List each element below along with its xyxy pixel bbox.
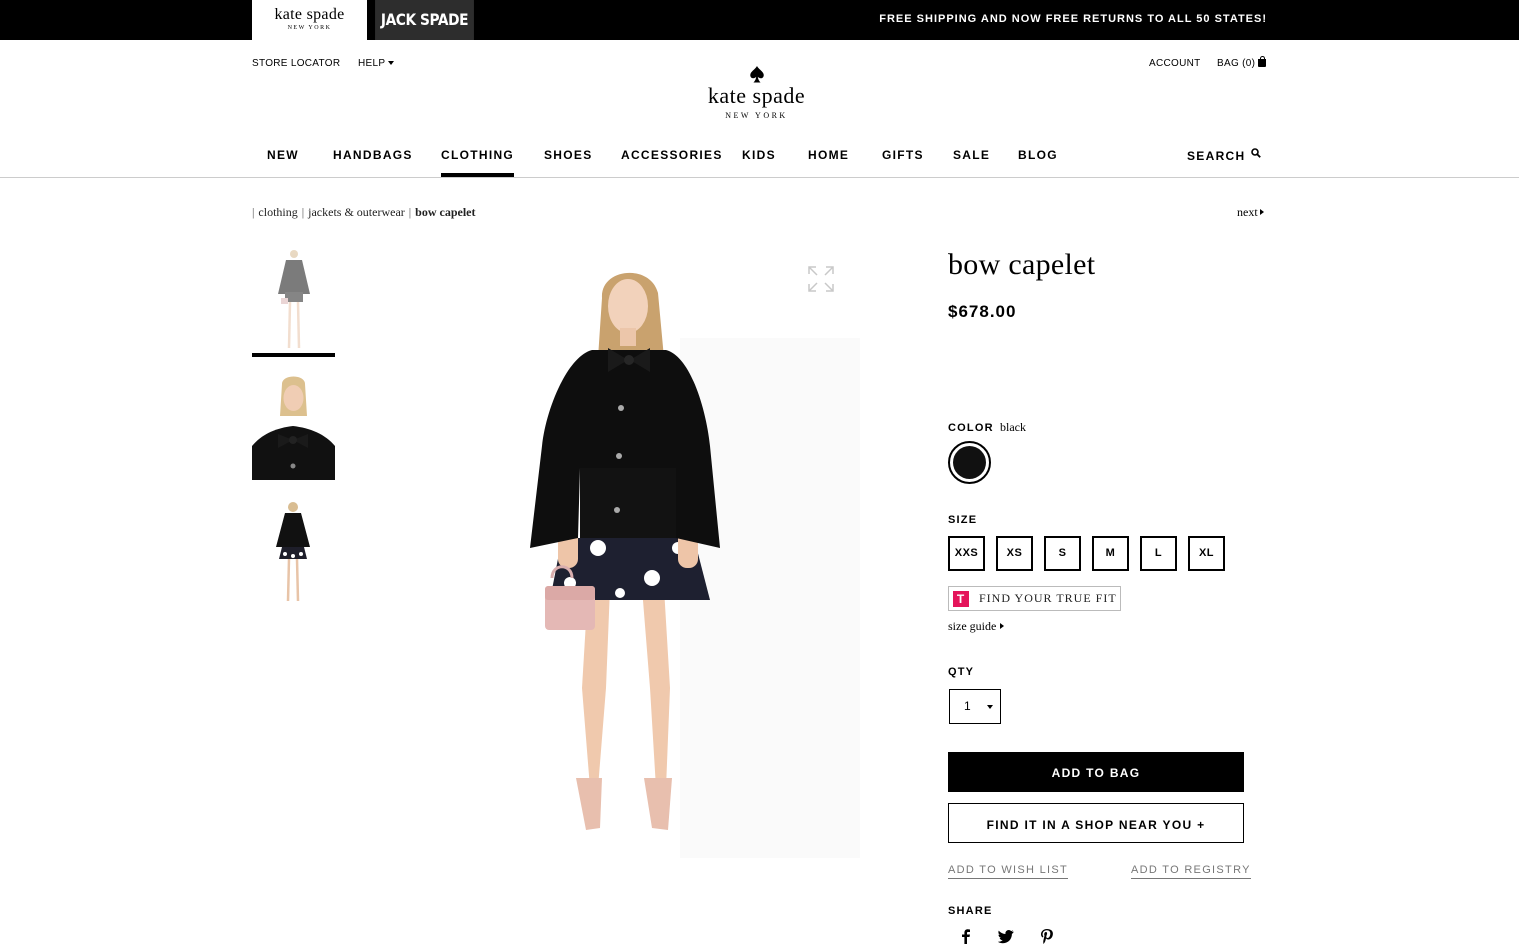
next-product-link[interactable]: next: [1237, 205, 1264, 220]
thumbnail-closeup[interactable]: [252, 376, 335, 480]
breadcrumb-current: bow capelet: [415, 205, 476, 219]
product-title: bow capelet: [948, 248, 1096, 281]
size-option-m[interactable]: M: [1092, 536, 1129, 571]
truefit-logo-icon: T: [953, 591, 969, 607]
search-icon: [1251, 148, 1261, 158]
account-link[interactable]: ACCOUNT: [1149, 58, 1201, 69]
breadcrumb-jackets-outerwear[interactable]: jackets & outerwear: [308, 205, 405, 219]
nav-item-new[interactable]: NEW: [267, 148, 299, 162]
top-brand-bar: kate spade NEW YORK JACK SPADE FREE SHIP…: [0, 0, 1519, 40]
add-to-wish-list-link[interactable]: ADD TO WISH LIST: [948, 864, 1069, 879]
size-option-xl[interactable]: XL: [1188, 536, 1225, 571]
nav-item-accessories[interactable]: ACCESSORIES: [621, 148, 723, 162]
chevron-right-icon: [1000, 623, 1005, 629]
bag-label: BAG (0): [1217, 58, 1256, 69]
nav-item-handbags[interactable]: HANDBAGS: [333, 148, 413, 162]
search-label: SEARCH: [1187, 149, 1246, 163]
logo-name: kate spade: [707, 83, 806, 108]
site-logo[interactable]: kate spade NEW YORK: [690, 66, 823, 120]
size-option-l[interactable]: L: [1140, 536, 1177, 571]
find-in-shop-button[interactable]: FIND IT IN A SHOP NEAR YOU +: [948, 803, 1244, 843]
nav-item-blog[interactable]: BLOG: [1018, 148, 1058, 162]
facebook-icon[interactable]: [958, 928, 974, 944]
kate-spade-brand-tab[interactable]: kate spade NEW YORK: [252, 0, 367, 40]
breadcrumb: | clothing | jackets & outerwear | bow capele…: [252, 205, 476, 220]
help-menu[interactable]: HELP: [358, 58, 395, 69]
spade-icon: [749, 66, 764, 83]
quantity-value: 1: [964, 699, 971, 713]
size-guide-link[interactable]: size guide: [948, 619, 1005, 634]
nav-item-gifts[interactable]: GIFTS: [882, 148, 924, 162]
thumbnail-front[interactable]: [252, 246, 335, 357]
product-thumbnail-image: [252, 376, 335, 480]
nav-item-kids[interactable]: KIDS: [742, 148, 776, 162]
breadcrumb-separator: |: [408, 205, 412, 219]
find-true-fit-button[interactable]: T FIND YOUR TRUE FIT: [948, 586, 1121, 611]
truefit-label: FIND YOUR TRUE FIT: [979, 591, 1117, 605]
product-thumbnail-image: [252, 497, 335, 607]
qty-label: QTY: [948, 666, 975, 678]
expand-icon[interactable]: [806, 264, 836, 294]
size-option-s[interactable]: S: [1044, 536, 1081, 571]
breadcrumb-separator: |: [252, 205, 255, 219]
twitter-icon[interactable]: [998, 928, 1014, 944]
breadcrumb-separator: |: [301, 205, 305, 219]
product-hero-image[interactable]: [420, 248, 860, 858]
product-thumbnail-image: [252, 246, 335, 353]
chevron-right-icon: [1259, 209, 1264, 215]
share-label: SHARE: [948, 905, 993, 917]
size-option-xs[interactable]: XS: [996, 536, 1033, 571]
promo-banner: FREE SHIPPING AND NOW FREE RETURNS TO AL…: [879, 13, 1267, 25]
nav-item-clothing[interactable]: CLOTHING: [441, 148, 515, 177]
logo-sub: NEW YORK: [725, 111, 788, 120]
quantity-select[interactable]: 1: [949, 689, 1001, 724]
jack-spade-brand-tab[interactable]: JACK SPADE: [375, 0, 474, 40]
search-button[interactable]: SEARCH: [1187, 148, 1261, 163]
product-price: $678.00: [948, 302, 1017, 321]
bag-link[interactable]: BAG (0): [1217, 56, 1267, 69]
color-value: black: [1000, 420, 1026, 434]
brand-tab-sub: NEW YORK: [287, 25, 332, 31]
breadcrumb-clothing[interactable]: clothing: [258, 205, 297, 219]
size-label: SIZE: [948, 514, 978, 526]
brand-tab-name: kate spade: [274, 6, 345, 23]
chevron-down-icon: [987, 705, 993, 709]
pinterest-icon[interactable]: [1039, 928, 1055, 944]
nav-item-shoes[interactable]: SHOES: [544, 148, 593, 162]
nav-item-sale[interactable]: SALE: [953, 148, 990, 162]
nav-item-home[interactable]: HOME: [808, 148, 849, 162]
model-illustration: [530, 272, 720, 830]
size-option-xxs[interactable]: XXS: [948, 536, 985, 571]
next-label: next: [1237, 205, 1258, 219]
help-label: HELP: [358, 58, 386, 69]
add-to-bag-button[interactable]: ADD TO BAG: [948, 752, 1244, 792]
color-swatch-black[interactable]: [948, 441, 991, 484]
chevron-down-icon: [388, 61, 395, 66]
main-nav: NEW HANDBAGS CLOTHING SHOES ACCESSORIES …: [0, 140, 1519, 178]
add-to-registry-link[interactable]: ADD TO REGISTRY: [1131, 864, 1251, 879]
color-label: COLOR: [948, 422, 994, 434]
shopping-bag-icon: [1258, 56, 1267, 67]
thumbnail-back[interactable]: [252, 497, 335, 607]
size-guide-label: size guide: [948, 619, 997, 633]
store-locator-link[interactable]: STORE LOCATOR: [252, 58, 340, 69]
